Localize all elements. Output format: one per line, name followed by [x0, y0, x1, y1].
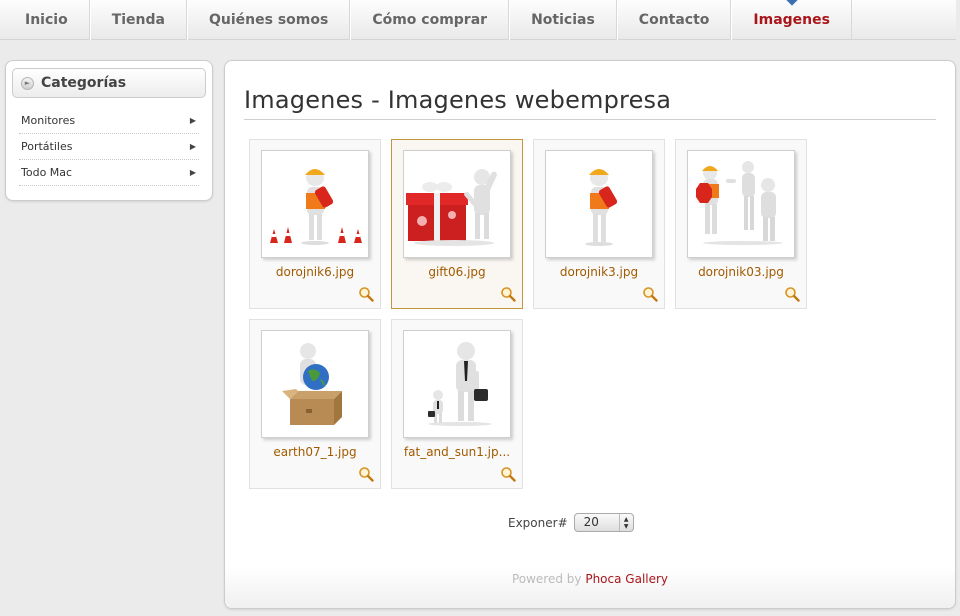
nav-item-noticias[interactable]: Noticias — [509, 0, 617, 40]
nav-label: Contacto — [638, 12, 710, 28]
category-label: Todo Mac — [21, 166, 73, 179]
nav-label: Tienda — [111, 12, 165, 28]
thumbnail-filename[interactable]: dorojnik3.jpg — [534, 265, 664, 279]
updown-arrows-icon: ▲ ▼ — [618, 514, 633, 531]
nav-label: Quiénes somos — [208, 12, 329, 28]
powered-by-prefix: Powered by — [511, 572, 582, 586]
pager-label: Exponer# — [508, 515, 568, 530]
title-divider — [244, 119, 936, 120]
gift-image[interactable] — [403, 150, 511, 258]
zoom-magnifier-icon[interactable] — [500, 286, 516, 302]
earth-box-image[interactable] — [261, 330, 369, 438]
zoom-magnifier-icon[interactable] — [358, 286, 374, 302]
nav-label: Noticias — [531, 12, 595, 28]
gallery-thumbnail[interactable]: dorojnik3.jpg — [533, 139, 665, 309]
nav-label: Imagenes — [753, 12, 830, 28]
gallery-panel: Imagenes - Imagenes webempresa dorojnik6… — [224, 60, 956, 609]
pagination-limit: Exponer# 20 ▲ ▼ — [508, 513, 634, 532]
zoom-magnifier-icon[interactable] — [358, 466, 374, 482]
gallery-thumbnail[interactable]: dorojnik03.jpg — [675, 139, 807, 309]
category-label: Portátiles — [21, 140, 73, 153]
nav-item-contacto[interactable]: Contacto — [616, 0, 732, 40]
phoca-gallery-link[interactable]: Phoca Gallery — [585, 572, 668, 586]
nav-item-como-comprar[interactable]: Cómo comprar — [350, 0, 510, 40]
gallery-thumbnail[interactable]: earth07_1.jpg — [249, 319, 381, 489]
chevron-right-icon: ▶ — [189, 168, 196, 177]
nav-label: Cómo comprar — [372, 12, 488, 28]
sidebar-header: ► Categorías — [12, 68, 206, 98]
nav-item-tienda[interactable]: Tienda — [89, 0, 187, 40]
businessman-child-image[interactable] — [403, 330, 511, 438]
select-value: 20 — [583, 515, 599, 529]
top-navigation: Inicio Tienda Quiénes somos Cómo comprar… — [0, 0, 956, 40]
sidebar-title: Categorías — [41, 75, 127, 91]
stop-sign-image[interactable] — [687, 150, 795, 258]
zoom-magnifier-icon[interactable] — [642, 286, 658, 302]
category-item-monitores[interactable]: Monitores ▶ — [19, 108, 199, 134]
category-item-portatiles[interactable]: Portátiles ▶ — [19, 134, 199, 160]
active-marker-icon — [786, 0, 798, 6]
worker-cones-image[interactable] — [261, 150, 369, 258]
thumbnail-filename[interactable]: dorojnik03.jpg — [676, 265, 806, 279]
nav-label: Inicio — [25, 12, 68, 28]
categories-sidebar: ► Categorías Monitores ▶ Portátiles ▶ To… — [5, 60, 213, 201]
zoom-magnifier-icon[interactable] — [784, 286, 800, 302]
gallery-thumbnail[interactable]: dorojnik6.jpg — [249, 139, 381, 309]
gallery-thumbnail-selected[interactable]: gift06.jpg — [391, 139, 523, 309]
category-label: Monitores — [21, 114, 76, 127]
category-item-todo-mac[interactable]: Todo Mac ▶ — [19, 160, 199, 186]
category-list: Monitores ▶ Portátiles ▶ Todo Mac ▶ — [19, 108, 199, 186]
chevron-right-icon: ▶ — [189, 116, 196, 125]
powered-by: Powered by Phoca Gallery — [225, 572, 955, 586]
nav-item-quienes-somos[interactable]: Quiénes somos — [186, 0, 351, 40]
zoom-magnifier-icon[interactable] — [500, 466, 516, 482]
thumbnail-filename[interactable]: fat_and_sun1.jp... — [392, 445, 522, 459]
arrow-bullet-icon: ► — [21, 76, 34, 90]
thumbnail-filename[interactable]: earth07_1.jpg — [250, 445, 380, 459]
thumbnail-filename[interactable]: dorojnik6.jpg — [250, 265, 380, 279]
items-per-page-select[interactable]: 20 ▲ ▼ — [573, 513, 634, 532]
page-title: Imagenes - Imagenes webempresa — [244, 86, 672, 114]
gallery-thumbnail[interactable]: fat_and_sun1.jp... — [391, 319, 523, 489]
nav-item-imagenes[interactable]: Imagenes — [731, 0, 852, 40]
worker-image[interactable] — [545, 150, 653, 258]
chevron-right-icon: ▶ — [189, 142, 196, 151]
thumbnail-filename[interactable]: gift06.jpg — [392, 265, 522, 279]
nav-item-inicio[interactable]: Inicio — [0, 0, 90, 40]
